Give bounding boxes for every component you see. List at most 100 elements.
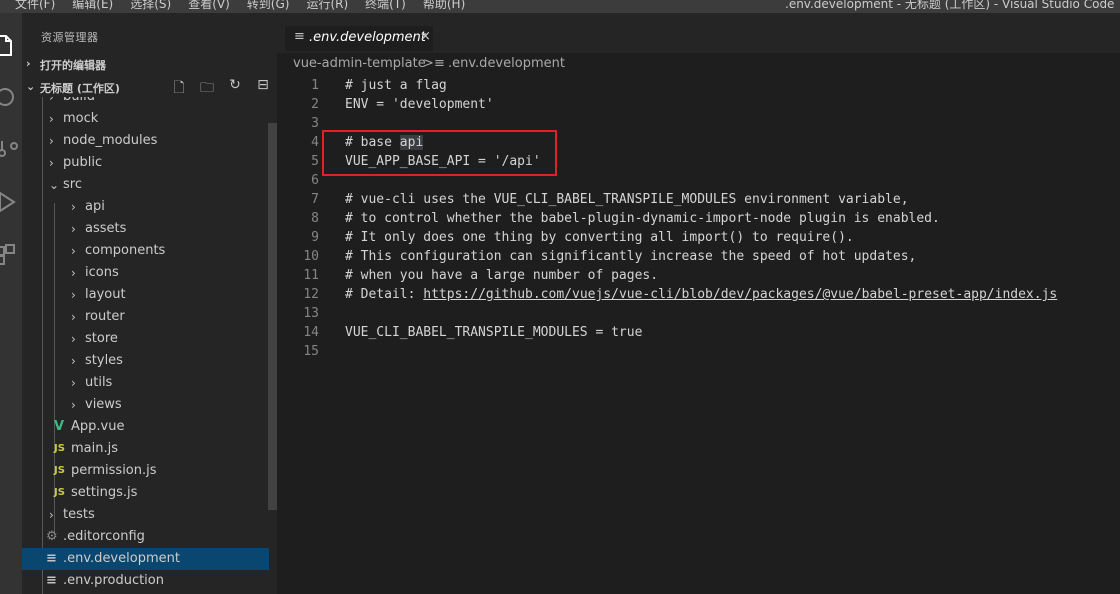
line-number: 4: [311, 135, 319, 150]
chevron-right-icon: ›: [71, 266, 76, 280]
tree-item[interactable]: › views: [22, 394, 269, 416]
explorer-sidebar: 资源管理器 › 打开的编辑器 ⌄ 无标题 (工作区) 🗋 🗀 ↻ ⊟ › buil…: [22, 13, 277, 594]
chevron-down-icon: ⌄: [26, 80, 36, 93]
tree-item[interactable]: › icons: [22, 262, 269, 284]
text-file-icon: ≡: [46, 551, 57, 566]
tree-item[interactable]: JS settings.js: [22, 482, 269, 504]
code-text-content: # Detail:: [345, 287, 424, 302]
chevron-right-icon: ›: [71, 222, 76, 236]
breadcrumb-file[interactable]: .env.development: [448, 56, 565, 71]
open-editors-label: 打开的编辑器: [40, 59, 106, 72]
tree-item[interactable]: › node_modules: [22, 130, 269, 152]
tree-item[interactable]: V App.vue: [22, 416, 269, 438]
tree-item-label: styles: [85, 353, 123, 368]
tree-item-label: public: [63, 155, 103, 170]
tree-item[interactable]: JS permission.js: [22, 460, 269, 482]
tree-item[interactable]: ⚙ .editorconfig: [22, 526, 269, 548]
tree-item[interactable]: JS main.js: [22, 438, 269, 460]
chevron-down-icon: ⌄: [49, 178, 60, 192]
chevron-right-icon: ›: [49, 97, 54, 104]
tree-item-label: main.js: [71, 441, 118, 456]
code-line[interactable]: 8 # to control whether the babel-plugin-d…: [277, 209, 1120, 228]
tree-item[interactable]: › layout: [22, 284, 269, 306]
line-number: 8: [311, 211, 319, 226]
tree-item-label: components: [85, 243, 166, 258]
close-icon[interactable]: ×: [420, 29, 431, 44]
code-line[interactable]: 7 # vue-cli uses the VUE_CLI_BABEL_TRANSP…: [277, 190, 1120, 209]
line-number: 11: [303, 268, 319, 283]
code-line[interactable]: 10 # This configuration can significantly…: [277, 247, 1120, 266]
tree-item-label: build: [63, 97, 95, 108]
open-editors-section[interactable]: › 打开的编辑器: [22, 53, 277, 75]
code-link[interactable]: https://github.com/vuejs/vue-cli/blob/de…: [423, 287, 1057, 302]
highlight-annotation-box: [322, 130, 557, 176]
tab-label: .env.development: [309, 30, 426, 45]
line-number: 13: [303, 306, 319, 321]
sidebar-title: 资源管理器: [41, 31, 99, 44]
tree-item[interactable]: ≡ .env.production: [22, 570, 269, 592]
code-text: # vue-cli uses the VUE_CLI_BABEL_TRANSPI…: [345, 190, 909, 209]
code-line[interactable]: 11 # when you have a large number of page…: [277, 266, 1120, 285]
menu-terminal[interactable]: 终端(T): [365, 0, 406, 12]
menu-go[interactable]: 转到(G): [247, 0, 290, 12]
source-control-icon[interactable]: [0, 129, 22, 169]
code-line[interactable]: 12 # Detail: https://github.com/vuejs/vue…: [277, 285, 1120, 304]
js-file-icon: JS: [54, 487, 65, 498]
tree-item-label: tests: [63, 507, 95, 522]
code-text: ENV = 'development': [345, 95, 494, 114]
tree-item-label: assets: [85, 221, 127, 236]
tree-item[interactable]: ⌄ src: [22, 174, 269, 196]
tree-item[interactable]: ≡ .env.development: [22, 548, 269, 570]
menu-view[interactable]: 查看(V): [188, 0, 230, 12]
code-text: # Detail: https://github.com/vuejs/vue-c…: [345, 285, 1057, 304]
code-text-content: # It only does one thing by converting a…: [345, 230, 854, 245]
code-text-content: VUE_CLI_BABEL_TRANSPILE_MODULES = true: [345, 325, 643, 340]
code-line[interactable]: 9 # It only does one thing by converting …: [277, 228, 1120, 247]
tree-item[interactable]: › styles: [22, 350, 269, 372]
tree-item[interactable]: › tests: [22, 504, 269, 526]
tree-item[interactable]: › public: [22, 152, 269, 174]
line-number: 14: [303, 325, 319, 340]
workspace-label: 无标题 (工作区): [40, 82, 120, 95]
code-line[interactable]: 1 # just a flag: [277, 76, 1120, 95]
code-text: # just a flag: [345, 76, 447, 95]
menu-selection[interactable]: 选择(S): [130, 0, 171, 12]
workspace-section[interactable]: ⌄ 无标题 (工作区) 🗋 🗀 ↻ ⊟: [22, 76, 277, 98]
tree-item-label: node_modules: [63, 133, 158, 148]
tree-item[interactable]: › mock: [22, 108, 269, 130]
chevron-right-icon: ›: [71, 200, 76, 214]
run-debug-icon[interactable]: [0, 181, 22, 221]
menu-edit[interactable]: 编辑(E): [72, 0, 113, 12]
code-line[interactable]: 13: [277, 304, 1120, 323]
tree-item[interactable]: › build: [22, 97, 269, 108]
code-text-content: # to control whether the babel-plugin-dy…: [345, 211, 940, 226]
sidebar-scrollbar[interactable]: [268, 123, 277, 510]
line-number: 15: [303, 344, 319, 359]
tree-item-label: layout: [85, 287, 126, 302]
tree-item[interactable]: › utils: [22, 372, 269, 394]
breadcrumb-folder[interactable]: vue-admin-template: [293, 56, 426, 71]
chevron-right-icon: ›: [71, 310, 76, 324]
tree-item[interactable]: › router: [22, 306, 269, 328]
code-line[interactable]: 2 ENV = 'development': [277, 95, 1120, 114]
tree-item[interactable]: › assets: [22, 218, 269, 240]
tree-item[interactable]: › api: [22, 196, 269, 218]
code-line[interactable]: 15: [277, 342, 1120, 361]
search-icon[interactable]: [0, 77, 22, 117]
menu-help[interactable]: 帮助(H): [423, 0, 465, 12]
js-file-icon: JS: [54, 465, 65, 476]
line-number: 7: [311, 192, 319, 207]
explorer-icon[interactable]: [0, 25, 22, 65]
menu-run[interactable]: 运行(R): [306, 0, 348, 12]
code-line[interactable]: 14 VUE_CLI_BABEL_TRANSPILE_MODULES = true: [277, 323, 1120, 342]
tree-item-label: .env.development: [63, 551, 180, 566]
gear-icon: ⚙: [46, 529, 58, 544]
tab-env-development[interactable]: ≡ .env.development ×: [285, 26, 433, 51]
menu-file[interactable]: 文件(F): [15, 0, 55, 12]
tree-item[interactable]: › store: [22, 328, 269, 350]
breadcrumb: vue-admin-template > ≡ .env.development: [277, 53, 1120, 75]
extensions-icon[interactable]: [0, 233, 22, 273]
activity-bar: [0, 13, 22, 594]
tree-item[interactable]: › components: [22, 240, 269, 262]
chevron-right-icon: ›: [49, 156, 54, 170]
